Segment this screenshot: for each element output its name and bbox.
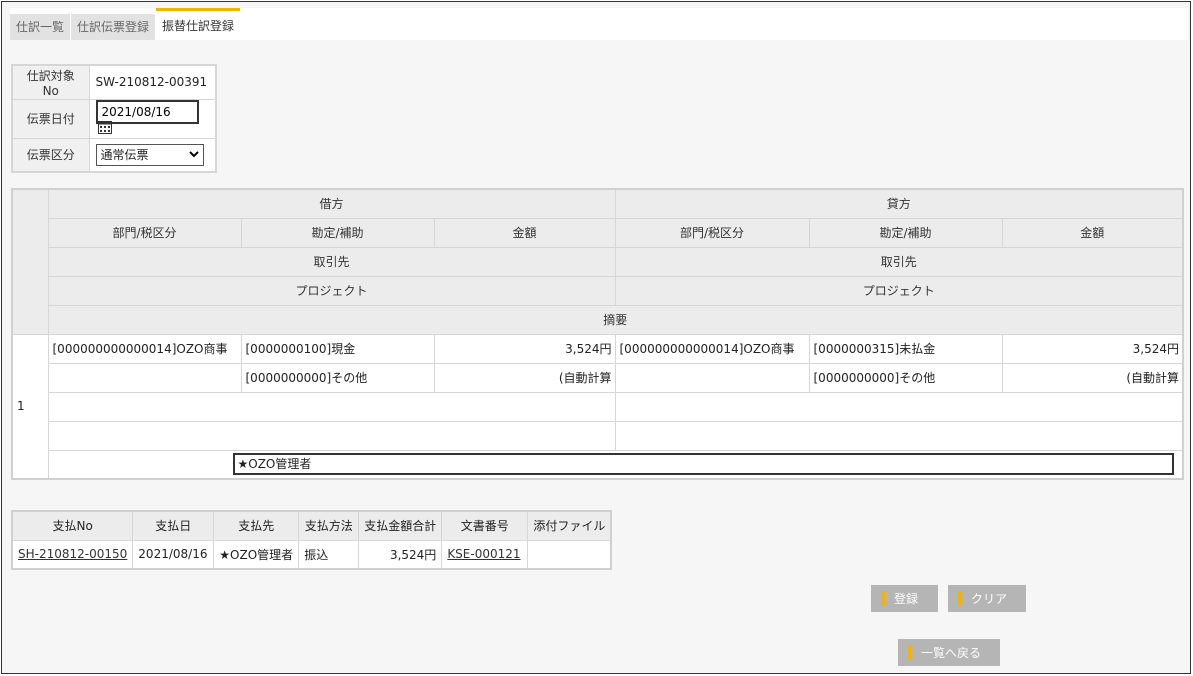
debit-tax-cell[interactable]	[47, 362, 242, 393]
credit-amount-header: 金額	[1001, 217, 1184, 248]
row-number-header	[11, 188, 49, 335]
credit-amount-cell[interactable]: 3,524円	[1001, 333, 1184, 364]
payment-total-header: 支払金額合計	[358, 510, 443, 541]
debit-amount-cell[interactable]: 3,524円	[433, 333, 616, 364]
credit-project-cell[interactable]	[614, 420, 1184, 451]
credit-dept-cell[interactable]: [000000000000014]OZO商事	[614, 333, 810, 364]
calendar-icon[interactable]	[97, 120, 112, 134]
debit-partner-header: 取引先	[47, 246, 616, 277]
attachment-cell	[527, 539, 612, 570]
back-to-list-button-label: 一覧へ戻る	[921, 646, 982, 660]
debit-account-header: 勘定/補助	[240, 217, 435, 248]
header-form: 仕訳対象No SW-210812-00391 伝票日付 2021/08/16 伝…	[11, 64, 217, 173]
payee-header: 支払先	[213, 510, 300, 541]
register-button[interactable]: 登録	[871, 585, 938, 612]
tab-transfer-journal-entry[interactable]: 振替仕訳登録	[156, 8, 241, 40]
table-row: 1 [000000000000014]OZO商事 [0000000100]現金 …	[11, 333, 1184, 480]
target-no-value: SW-210812-00391	[88, 64, 217, 100]
clear-button-label: クリア	[971, 592, 1008, 606]
journal-grid: 借方 貸方 部門/税区分 勘定/補助 金額 部門/税区分 勘定/補助 金額 取引…	[11, 188, 1184, 480]
button-accent-bar	[881, 591, 885, 606]
debit-partner-cell[interactable]	[47, 391, 616, 422]
credit-account-cell[interactable]: [0000000315]未払金	[808, 333, 1003, 364]
debit-account-cell[interactable]: [0000000100]現金	[240, 333, 435, 364]
credit-tax-cell[interactable]	[614, 362, 810, 393]
credit-project-header: プロジェクト	[614, 275, 1184, 306]
credit-account-header: 勘定/補助	[808, 217, 1003, 248]
payment-no-link[interactable]: SH-210812-00150	[18, 547, 127, 561]
button-accent-bar	[908, 645, 912, 660]
doc-no-link[interactable]: KSE-000121	[447, 547, 520, 561]
register-button-label: 登録	[894, 592, 919, 606]
debit-project-cell[interactable]	[47, 420, 616, 451]
credit-partner-header: 取引先	[614, 246, 1184, 277]
slip-type-label: 伝票区分	[11, 137, 90, 173]
payment-table: 支払No 支払日 支払先 支払方法 支払金額合計 文書番号 添付ファイル SH-…	[11, 510, 613, 570]
debit-dept-tax-header: 部門/税区分	[47, 217, 242, 248]
debit-project-header: プロジェクト	[47, 275, 616, 306]
debit-amount-header: 金額	[433, 217, 616, 248]
debit-header: 借方	[47, 188, 616, 219]
slip-date-label: 伝票日付	[11, 98, 90, 139]
credit-header: 貸方	[614, 188, 1184, 219]
payment-no-header: 支払No	[11, 510, 134, 541]
payment-date-cell: 2021/08/16	[132, 539, 215, 570]
payee-cell: ★OZO管理者	[213, 539, 300, 570]
row-number: 1	[11, 333, 49, 480]
payment-date-header: 支払日	[132, 510, 215, 541]
slip-type-select[interactable]: 通常伝票	[95, 143, 204, 166]
credit-sub-account-cell[interactable]: [0000000000]その他	[808, 362, 1003, 393]
payment-method-header: 支払方法	[298, 510, 360, 541]
memo-header: 摘要	[47, 304, 1184, 335]
memo-input[interactable]: ★OZO管理者	[232, 453, 1174, 476]
table-row: SH-210812-00150 2021/08/16 ★OZO管理者 振込 3,…	[11, 539, 612, 570]
debit-tax-amount-cell: (自動計算	[433, 362, 616, 393]
debit-sub-account-cell[interactable]: [0000000000]その他	[240, 362, 435, 393]
app-window: 仕訳一覧 仕訳伝票登録 振替仕訳登録 仕訳対象No SW-210812-0039…	[1, 1, 1191, 674]
tab-bar: 仕訳一覧 仕訳伝票登録 振替仕訳登録	[10, 8, 1188, 40]
button-accent-bar	[958, 591, 962, 606]
chevron-down-icon	[188, 151, 199, 158]
tab-journal-list[interactable]: 仕訳一覧	[10, 14, 71, 40]
doc-no-header: 文書番号	[441, 510, 529, 541]
credit-dept-tax-header: 部門/税区分	[614, 217, 810, 248]
credit-tax-amount-cell: (自動計算	[1001, 362, 1184, 393]
clear-button[interactable]: クリア	[948, 585, 1026, 612]
attachment-header: 添付ファイル	[527, 510, 612, 541]
credit-partner-cell[interactable]	[614, 391, 1184, 422]
slip-type-value: 通常伝票	[100, 148, 149, 163]
back-to-list-button[interactable]: 一覧へ戻る	[898, 639, 1000, 666]
target-no-label: 仕訳対象No	[11, 64, 90, 100]
payment-method-cell: 振込	[298, 539, 360, 570]
payment-total-cell: 3,524円	[358, 539, 443, 570]
debit-dept-cell[interactable]: [000000000000014]OZO商事	[47, 333, 242, 364]
tab-journal-slip-entry[interactable]: 仕訳伝票登録	[71, 14, 156, 40]
